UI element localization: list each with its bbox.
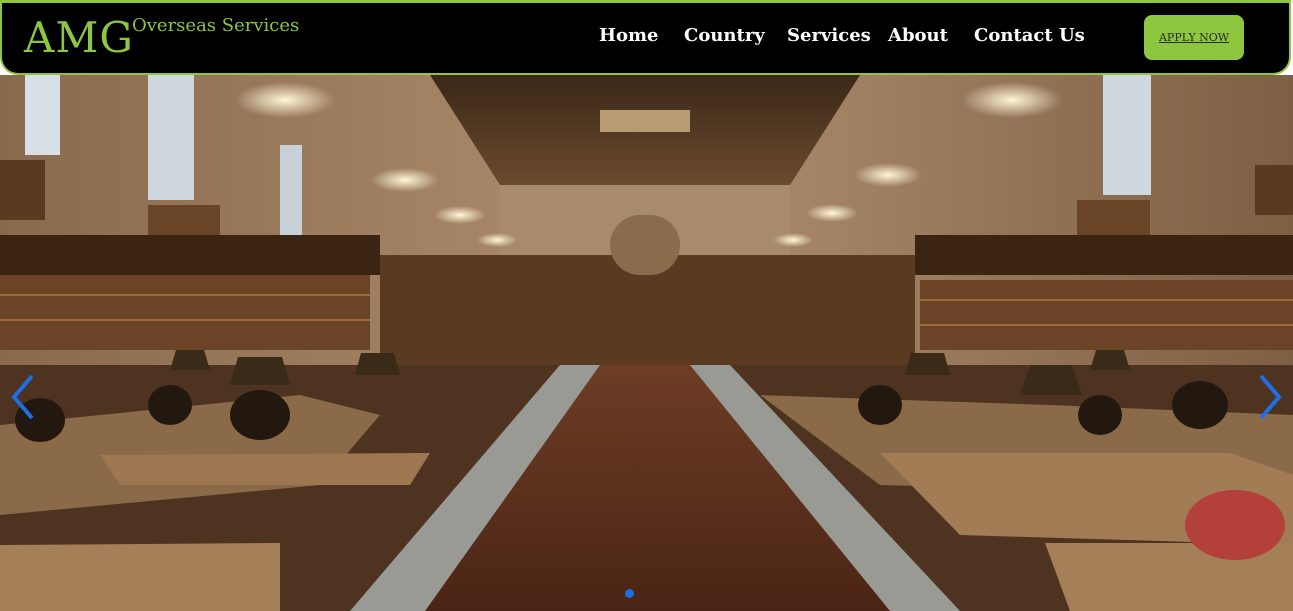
nav-home[interactable]: Home (599, 25, 659, 46)
brand-logo[interactable]: AMG (24, 17, 134, 59)
carousel-slide-image (0, 75, 1293, 611)
apply-now-button[interactable]: APPLY NOW (1144, 15, 1244, 60)
nav-country[interactable]: Country (684, 25, 765, 46)
nav-about[interactable]: About (888, 25, 948, 46)
chevron-left-icon[interactable] (8, 372, 38, 422)
carousel-indicator-dot[interactable] (625, 589, 634, 598)
navbar: AMG Overseas Services Home Country Servi… (0, 0, 1291, 75)
brand-tagline: Overseas Services (132, 15, 300, 36)
hero-carousel (0, 75, 1293, 611)
nav-contact-us[interactable]: Contact Us (974, 25, 1085, 46)
nav-services[interactable]: Services (787, 25, 871, 46)
chevron-right-icon[interactable] (1255, 372, 1285, 422)
